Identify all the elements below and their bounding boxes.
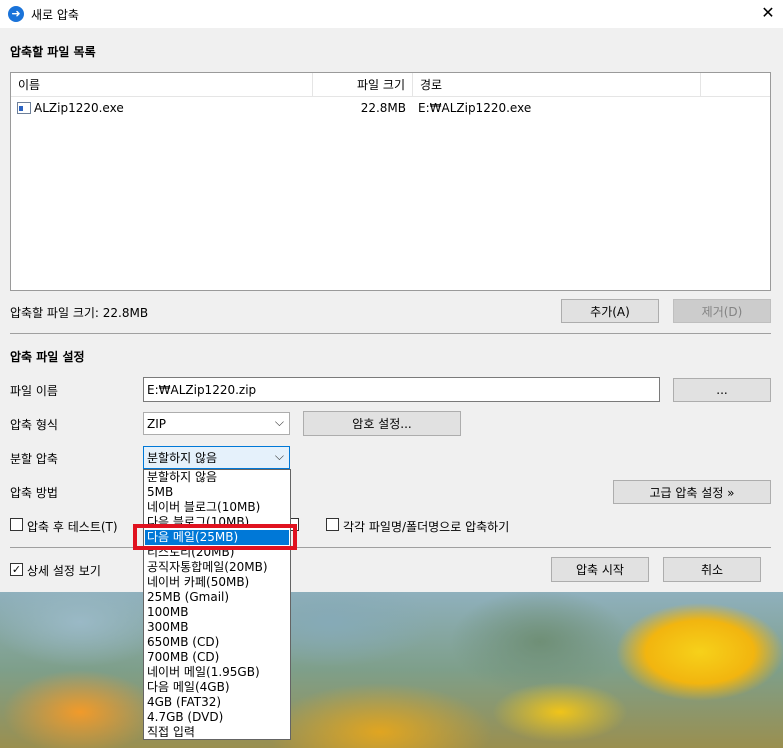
- test-after-checkbox[interactable]: [10, 518, 23, 531]
- split-option[interactable]: 공직자통합메일(20MB): [145, 560, 289, 575]
- split-option[interactable]: 직접 입력: [145, 725, 289, 740]
- section-divider: [10, 333, 771, 334]
- highlight-annotation-box: [133, 524, 297, 550]
- split-option[interactable]: 700MB (CD): [145, 650, 289, 665]
- each-file-checkbox[interactable]: [326, 518, 339, 531]
- filename-input[interactable]: E:₩ALZip1220.zip: [143, 377, 660, 402]
- advanced-settings-button[interactable]: 고급 압축 설정 »: [613, 480, 771, 504]
- cancel-button[interactable]: 취소: [663, 557, 761, 582]
- split-option[interactable]: 300MB: [145, 620, 289, 635]
- alzip-app-icon: ➜: [8, 6, 24, 22]
- split-label: 분할 압축: [10, 452, 58, 466]
- password-button[interactable]: 암호 설정...: [303, 411, 461, 436]
- split-option[interactable]: 25MB (Gmail): [145, 590, 289, 605]
- split-select[interactable]: 분할하지 않음 ⌵: [143, 446, 290, 469]
- detail-view-label: 상세 설정 보기: [27, 564, 101, 578]
- title-bar: ➜ 새로 압축 ✕: [0, 0, 783, 28]
- chevron-down-icon: ⌵: [274, 415, 284, 429]
- column-header-size[interactable]: 파일 크기: [313, 73, 412, 97]
- format-label: 압축 형식: [10, 418, 58, 432]
- section-divider: [10, 547, 771, 548]
- file-list-header: 이름 파일 크기 경로: [11, 73, 770, 97]
- split-option[interactable]: 네이버 블로그(10MB): [145, 500, 289, 515]
- file-row-size: 22.8MB: [360, 101, 406, 115]
- file-row-path: E:₩ALZip1220.exe: [418, 101, 532, 115]
- detail-view-checkbox[interactable]: ✓: [10, 563, 23, 576]
- split-option[interactable]: 100MB: [145, 605, 289, 620]
- column-header-name[interactable]: 이름: [11, 73, 312, 97]
- format-value: ZIP: [147, 416, 166, 431]
- desktop-background-photo: [0, 592, 783, 748]
- file-row-name[interactable]: ALZip1220.exe: [34, 100, 124, 116]
- settings-section-title: 압축 파일 설정: [10, 350, 85, 364]
- filename-value: E:₩ALZip1220.zip: [147, 382, 257, 397]
- start-compress-button[interactable]: 압축 시작: [551, 557, 649, 582]
- format-select[interactable]: ZIP ⌵: [143, 412, 290, 435]
- split-option[interactable]: 분할하지 않음: [145, 470, 289, 485]
- file-list-view[interactable]: 이름 파일 크기 경로 ALZip1220.exe 22.8MB E:₩ALZi…: [10, 72, 771, 291]
- split-option[interactable]: 5MB: [145, 485, 289, 500]
- each-file-label: 각각 파일명/폴더명으로 압축하기: [343, 520, 510, 534]
- close-icon[interactable]: ✕: [758, 3, 778, 23]
- filename-label: 파일 이름: [10, 384, 58, 398]
- split-option[interactable]: 네이버 카페(50MB): [145, 575, 289, 590]
- column-header-path[interactable]: 경로: [413, 73, 700, 97]
- split-option[interactable]: 다음 메일(4GB): [145, 680, 289, 695]
- split-option[interactable]: 4.7GB (DVD): [145, 710, 289, 725]
- split-option[interactable]: 650MB (CD): [145, 635, 289, 650]
- split-option[interactable]: 네이버 메일(1.95GB): [145, 665, 289, 680]
- total-size-label: 압축할 파일 크기: 22.8MB: [10, 306, 149, 320]
- test-after-label: 압축 후 테스트(T): [27, 520, 118, 534]
- browse-button[interactable]: ...: [673, 378, 771, 402]
- split-option[interactable]: 4GB (FAT32): [145, 695, 289, 710]
- method-label: 압축 방법: [10, 486, 58, 500]
- column-separator[interactable]: [700, 73, 701, 97]
- split-options-dropdown[interactable]: 분할하지 않음 5MB 네이버 블로그(10MB) 다음 블로그(10MB) 다…: [143, 469, 291, 740]
- split-value: 분할하지 않음: [147, 451, 218, 465]
- add-button[interactable]: 추가(A): [561, 299, 659, 323]
- window-title: 새로 압축: [31, 8, 79, 22]
- chevron-down-icon: ⌵: [274, 449, 284, 463]
- file-list-section-title: 압축할 파일 목록: [10, 45, 96, 59]
- remove-button[interactable]: 제거(D): [673, 299, 771, 323]
- exe-file-icon: [17, 102, 31, 114]
